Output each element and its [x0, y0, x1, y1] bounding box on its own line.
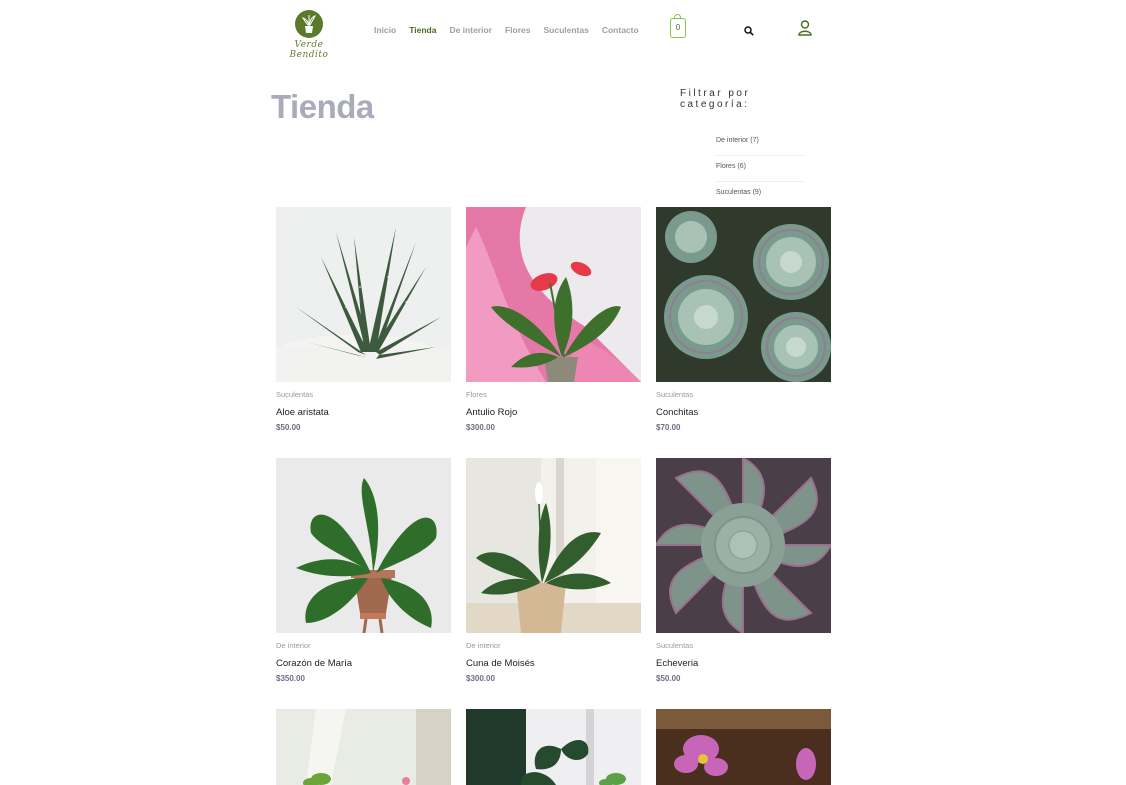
category-filter: Filtrar por categoría: De interior (7) F… [680, 88, 810, 207]
product-image-cuna[interactable] [466, 458, 641, 633]
brand-name: Verde Bendito [289, 40, 329, 60]
product-image-aloe[interactable] [276, 207, 451, 382]
nav-item-de-interior[interactable]: De interior [449, 25, 492, 35]
product-name[interactable]: Antulio Rojo [466, 407, 641, 418]
product-price: $350.00 [276, 674, 305, 683]
product-name[interactable]: Cuna de Moisés [466, 658, 641, 669]
product-name[interactable]: Aloe aristata [276, 407, 451, 418]
brand-logo[interactable]: Verde Bendito [276, 8, 342, 60]
product-card[interactable]: Suculentas Conchitas $70.00 [656, 207, 831, 432]
product-image-echeveria[interactable] [656, 458, 831, 633]
product-grid: Suculentas Aloe aristata $50.00 Flores A… [276, 207, 831, 683]
product-card[interactable]: Flores Antulio Rojo $300.00 [466, 207, 641, 432]
product-meta: Suculentas Aloe aristata $50.00 [276, 382, 451, 432]
product-card[interactable]: De interior Cuna de Moisés $300.00 [466, 458, 641, 683]
product-meta: De interior Cuna de Moisés $300.00 [466, 633, 641, 683]
product-category: Flores [466, 390, 487, 399]
product-card[interactable]: Suculentas Echeveria $50.00 [656, 458, 831, 683]
product-price: $50.00 [276, 423, 301, 432]
logo-plant-icon [295, 10, 323, 38]
product-price: $300.00 [466, 423, 495, 432]
search-icon[interactable] [744, 26, 754, 36]
product-name[interactable]: Conchitas [656, 407, 831, 418]
cart-button[interactable]: 0 [670, 14, 686, 38]
nav-item-contacto[interactable]: Contacto [602, 25, 639, 35]
site-header: Verde Bendito Inicio Tienda De interior … [0, 0, 1126, 62]
product-meta: Suculentas Conchitas $70.00 [656, 382, 831, 432]
category-list: De interior (7) Flores (6) Suculentas (9… [680, 130, 810, 207]
product-image-partial[interactable] [466, 709, 641, 785]
main-nav: Inicio Tienda De interior Flores Suculen… [374, 25, 639, 35]
product-meta: Flores Antulio Rojo $300.00 [466, 382, 641, 432]
nav-item-suculentas[interactable]: Suculentas [543, 25, 588, 35]
nav-item-flores[interactable]: Flores [505, 25, 531, 35]
product-category: De interior [276, 641, 311, 650]
product-price: $50.00 [656, 674, 681, 683]
product-card[interactable]: De interior Corazón de María $350.00 [276, 458, 451, 683]
product-category: De interior [466, 641, 501, 650]
category-link-flores[interactable]: Flores (6) [716, 156, 804, 182]
product-meta: Suculentas Echeveria $50.00 [656, 633, 831, 683]
product-name[interactable]: Corazón de María [276, 658, 451, 669]
product-image-partial[interactable] [276, 709, 451, 785]
product-image-corazon[interactable] [276, 458, 451, 633]
product-category: Suculentas [656, 390, 694, 399]
product-category: Suculentas [276, 390, 314, 399]
nav-item-tienda[interactable]: Tienda [409, 25, 436, 35]
filter-title: Filtrar por categoría: [680, 88, 751, 110]
product-category: Suculentas [656, 641, 694, 650]
product-name[interactable]: Echeveria [656, 658, 831, 669]
product-image-partial[interactable] [656, 709, 831, 785]
page-title: Tienda [271, 88, 374, 125]
nav-item-inicio[interactable]: Inicio [374, 25, 396, 35]
category-link-de-interior[interactable]: De interior (7) [716, 130, 804, 156]
cart-count: 0 [675, 23, 681, 32]
product-image-anturio[interactable] [466, 207, 641, 382]
product-price: $300.00 [466, 674, 495, 683]
product-price: $70.00 [656, 423, 681, 432]
user-icon[interactable] [798, 20, 812, 36]
category-link-suculentas[interactable]: Suculentas (9) [716, 182, 804, 207]
product-meta: De interior Corazón de María $350.00 [276, 633, 451, 683]
product-image-conchitas[interactable] [656, 207, 831, 382]
product-card[interactable]: Suculentas Aloe aristata $50.00 [276, 207, 451, 432]
